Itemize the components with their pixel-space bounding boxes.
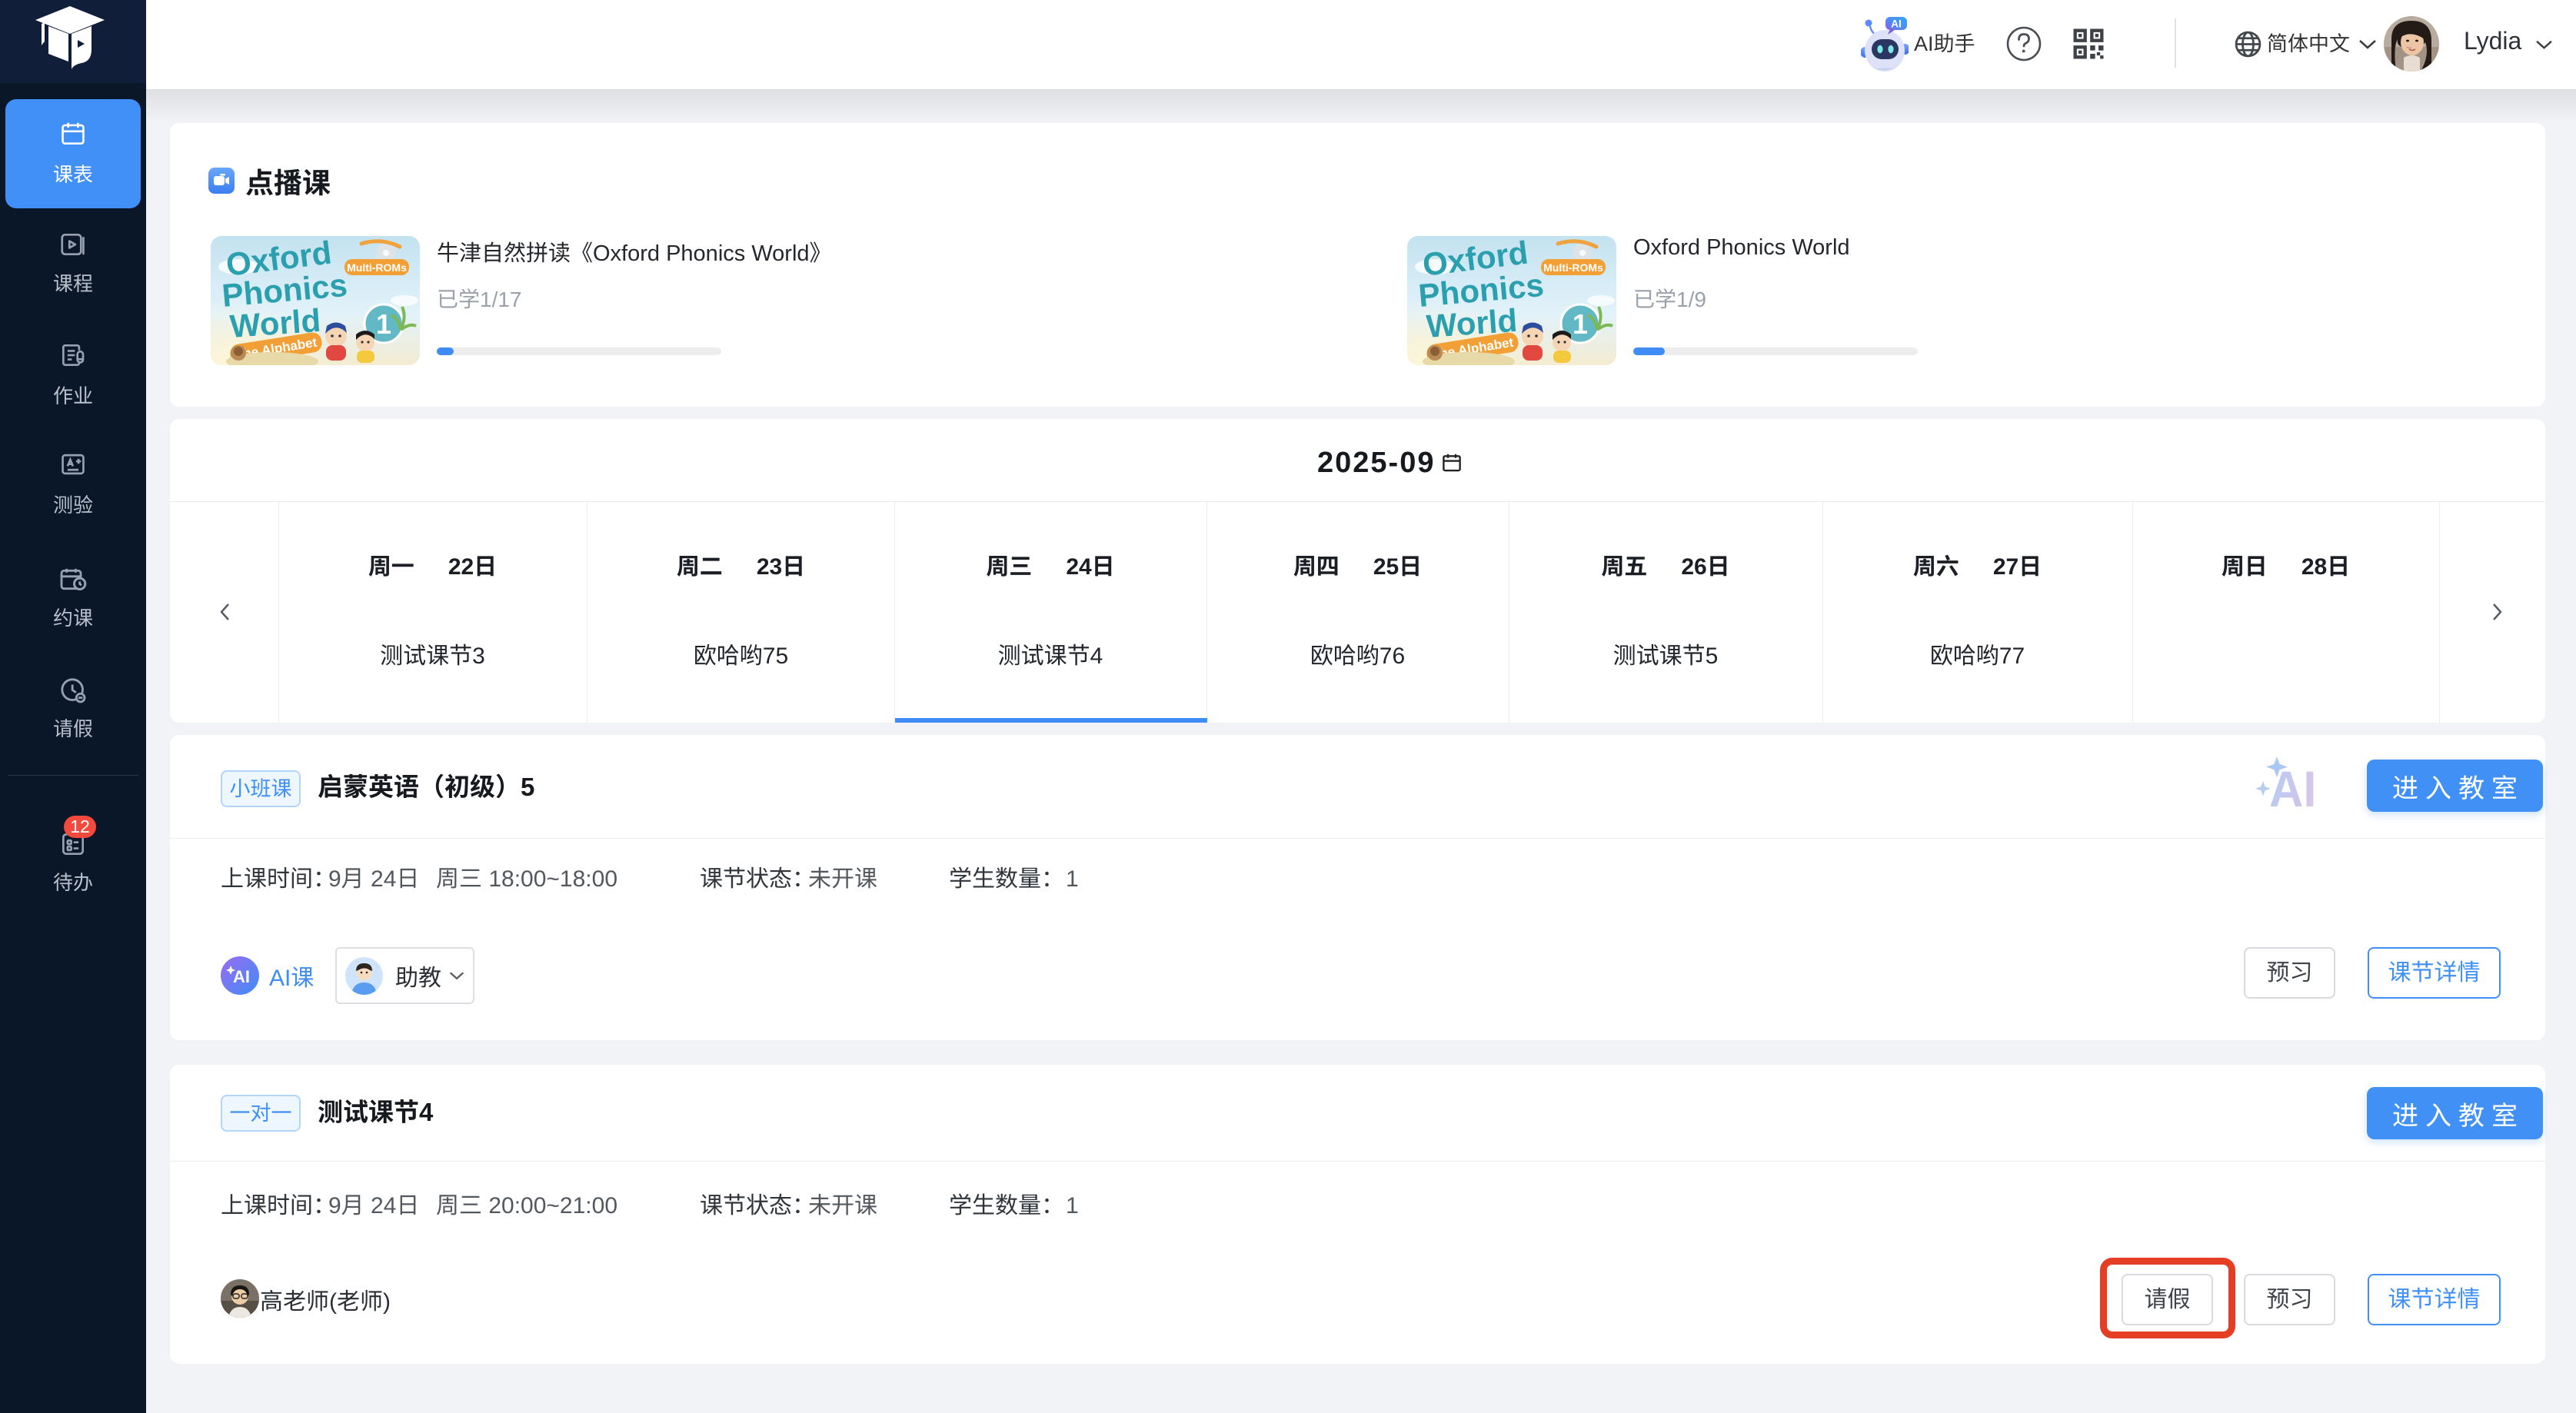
- svg-text:Multi-ROMs: Multi-ROMs: [347, 261, 407, 274]
- svg-text:AI: AI: [233, 967, 250, 986]
- svg-text:AI: AI: [1891, 18, 1902, 30]
- svg-text:1: 1: [376, 308, 391, 340]
